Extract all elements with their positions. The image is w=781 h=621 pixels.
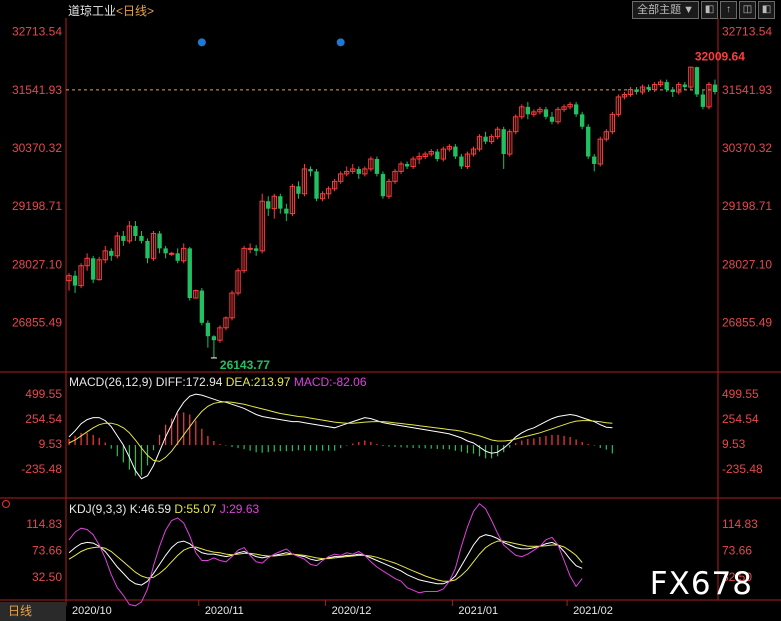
candle-body	[284, 208, 289, 214]
candle-body	[187, 248, 192, 299]
candle-body	[139, 235, 144, 241]
kdj-label: KDJ(9,3,3)	[69, 502, 127, 516]
candle-body	[586, 126, 591, 157]
candle-body	[296, 186, 301, 194]
candle-body	[109, 250, 114, 256]
price-y-tick-left: 32713.54	[12, 25, 62, 39]
candle-body	[404, 163, 410, 167]
macd-y-tick-left: 9.53	[39, 437, 63, 451]
macd-diff-value: DIFF:172.94	[155, 375, 223, 389]
low-price-label: 26143.77	[220, 358, 270, 372]
x-tick-label: 2020/10	[72, 605, 112, 617]
kdj-d-line	[68, 540, 583, 582]
candle-body	[374, 159, 380, 174]
kdj-j-value: J:29.63	[219, 502, 260, 516]
price-y-tick-left: 28027.10	[12, 257, 62, 271]
cursor-marker-icon[interactable]	[2, 500, 10, 508]
candle-body	[459, 156, 464, 167]
kdj-y-tick-left: 32.50	[32, 570, 62, 584]
price-y-tick-left: 30370.32	[12, 141, 62, 155]
price-y-tick-right: 32713.54	[722, 25, 772, 39]
macd-label: MACD(26,12,9)	[69, 375, 153, 389]
candle-body	[694, 67, 700, 95]
candle-body	[664, 82, 669, 90]
candle-body	[266, 201, 271, 209]
candle-body	[670, 89, 675, 92]
candle-body	[579, 114, 585, 127]
candle-body	[634, 89, 639, 92]
candle-body	[501, 129, 506, 155]
candle-body	[435, 151, 440, 160]
candle-body	[247, 247, 253, 250]
price-y-tick-right: 30370.32	[722, 141, 772, 155]
candle-body	[700, 94, 706, 107]
candle-body	[133, 226, 138, 236]
candle-body	[145, 240, 150, 259]
high-price-label: 32009.64	[695, 50, 745, 64]
price-y-tick-left: 26855.49	[12, 316, 62, 330]
chart-canvas: 32713.54 32713.54 31541.93 31541.93 30370.32…	[0, 18, 781, 617]
candle-body	[90, 258, 96, 280]
candle-body	[168, 252, 175, 255]
candle-body	[121, 235, 126, 241]
candle-body	[199, 290, 205, 323]
price-y-tick-right: 31541.93	[722, 83, 772, 97]
candle-body	[573, 104, 579, 115]
macd-diff-line	[68, 393, 613, 480]
candle-body	[453, 146, 458, 157]
kdj-k-value: K:46.59	[129, 502, 172, 516]
candle-body	[483, 136, 488, 142]
candle-body	[163, 248, 168, 254]
kdj-legend: KDJ(9,3,3) K:46.59 D:55.07 J:29.63	[69, 502, 259, 516]
candle-body	[543, 109, 549, 117]
candle-body	[72, 275, 78, 286]
macd-y-tick-right: -235.48	[722, 462, 763, 476]
macd-y-tick-left: 254.54	[25, 412, 62, 426]
kdj-y-tick-left: 114.83	[26, 517, 62, 531]
macd-y-tick-left: -235.48	[21, 462, 62, 476]
candle-body	[314, 171, 319, 199]
candle-body	[525, 106, 531, 115]
period-tab[interactable]: 日线	[0, 602, 66, 621]
event-marker	[336, 38, 345, 47]
kdj-j-line	[68, 502, 583, 607]
candle-body	[380, 173, 386, 197]
candle-body	[278, 196, 283, 209]
candle-body	[682, 84, 687, 88]
x-tick-label: 2021/02	[573, 605, 613, 617]
watermark-logo: FX678	[649, 566, 753, 602]
price-y-tick-right: 29198.71	[722, 199, 772, 213]
candle-body	[253, 248, 259, 251]
candle-body	[712, 84, 718, 92]
macd-dea-value: DEA:213.97	[225, 375, 291, 389]
macd-y-tick-left: 499.55	[25, 387, 62, 401]
x-tick-label: 2020/12	[332, 605, 372, 617]
macd-y-tick-right: 254.54	[722, 412, 759, 426]
macd-y-tick-right: 9.53	[722, 437, 746, 451]
price-y-tick-left: 31541.93	[12, 83, 62, 97]
candle-body	[592, 156, 597, 164]
candle-body	[308, 168, 313, 172]
macd-y-tick-right: 499.55	[722, 387, 759, 401]
macd-legend: MACD(26,12,9) DIFF:172.94 DEA:213.97 MAC…	[69, 375, 367, 389]
x-tick-label: 2021/01	[458, 605, 498, 617]
candle-body	[549, 116, 555, 122]
candle-body	[646, 87, 651, 90]
event-marker	[197, 38, 206, 47]
price-y-tick-right: 28027.10	[722, 257, 772, 271]
candle-body	[356, 168, 361, 174]
kdj-d-value: D:55.07	[174, 502, 217, 516]
candle-body	[157, 233, 162, 249]
candle-body	[175, 253, 180, 261]
candle-body	[211, 336, 217, 341]
macd-dea-line	[68, 401, 613, 462]
price-y-tick-left: 29198.71	[12, 199, 62, 213]
macd-macd-value: MACD:-82.06	[293, 375, 367, 389]
kdj-y-tick-right: 73.66	[722, 543, 752, 557]
x-tick-label: 2020/11	[205, 605, 244, 617]
kdj-y-tick-right: 114.83	[722, 517, 758, 531]
kdj-y-tick-left: 73.66	[32, 543, 62, 557]
price-y-tick-right: 26855.49	[722, 316, 772, 330]
candle-body	[205, 322, 211, 337]
